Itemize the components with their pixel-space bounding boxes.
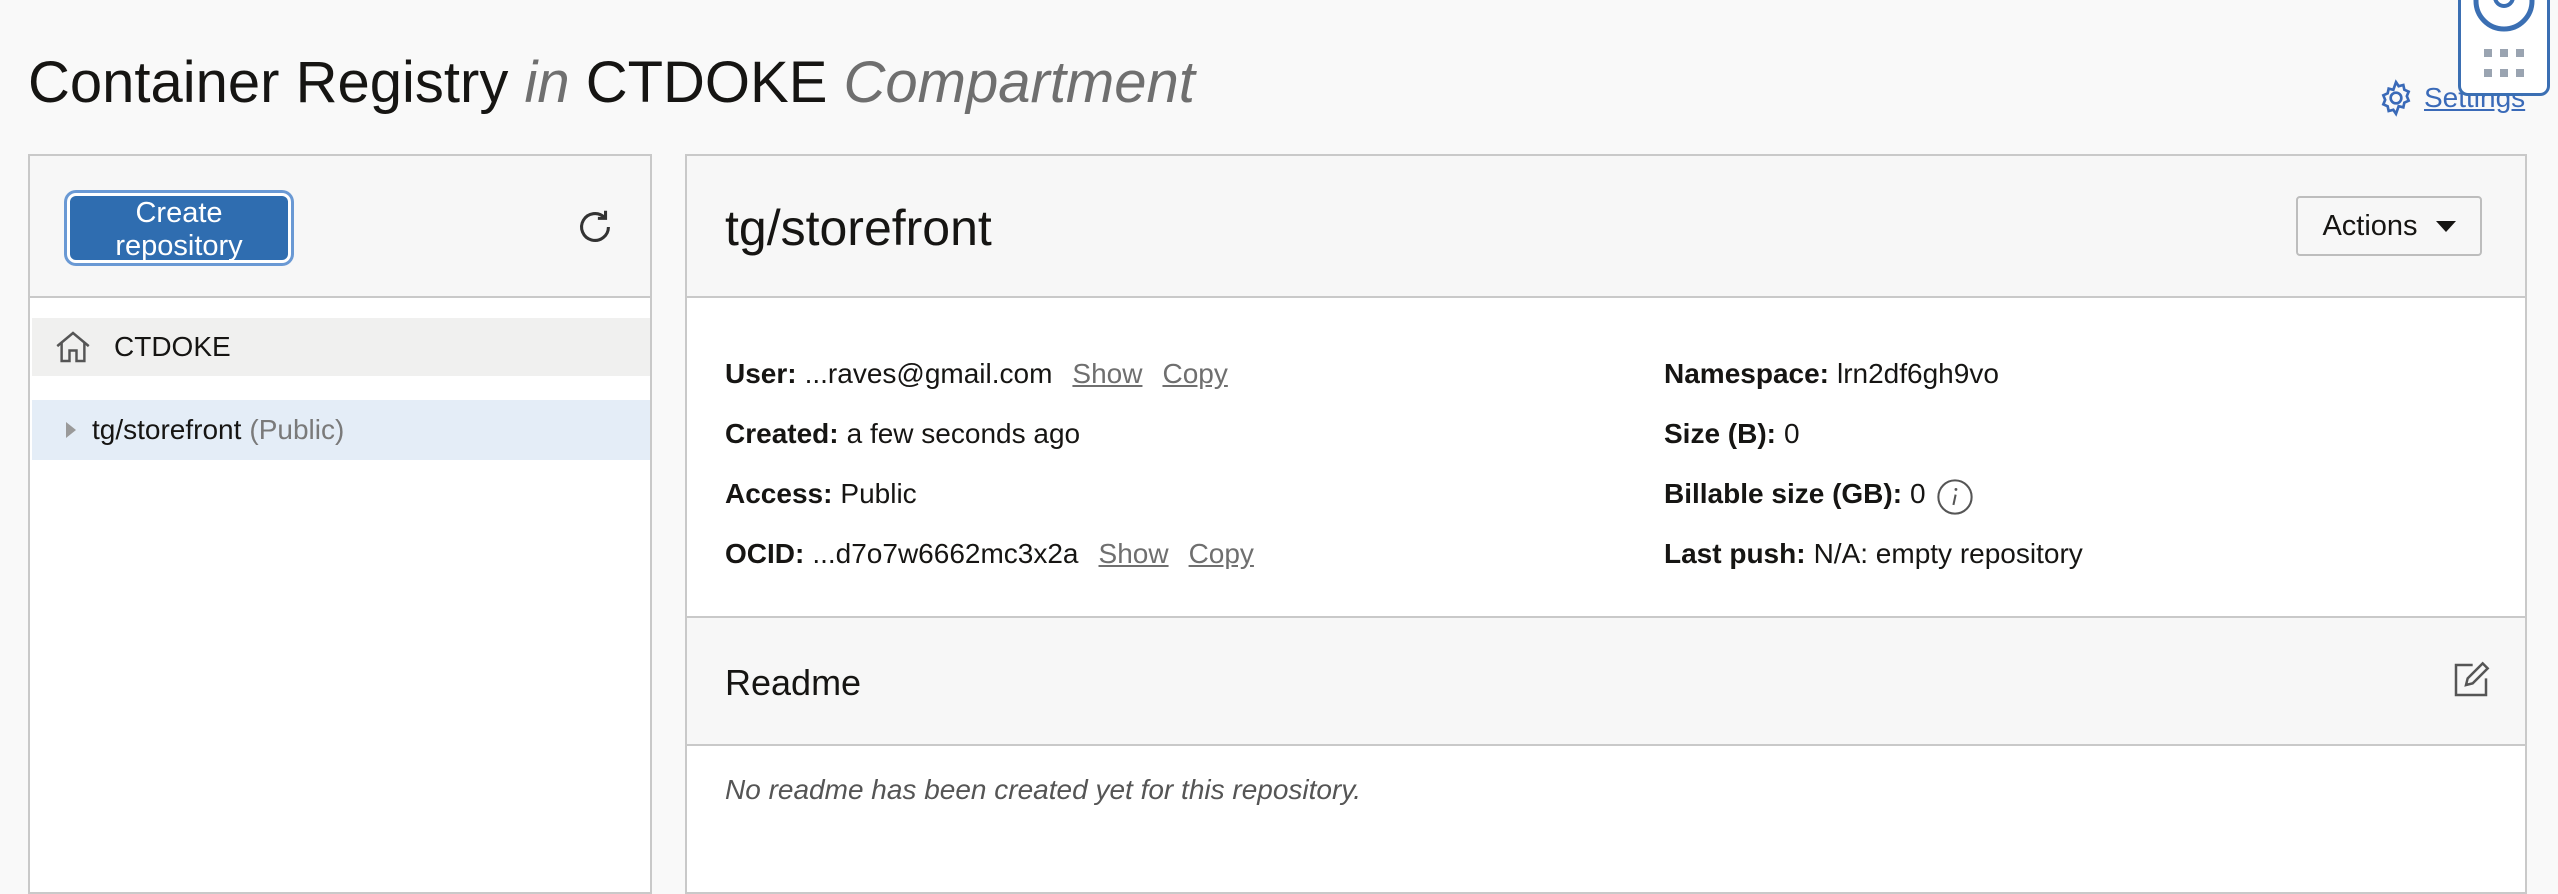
title-in: in (524, 50, 570, 115)
help-widget[interactable] (2458, 0, 2550, 96)
title-compartment: CTDOKE (585, 50, 828, 115)
detail-size: Size (B): 0 (1664, 418, 1800, 450)
refresh-icon[interactable] (572, 204, 618, 250)
detail-value: 0 (1784, 418, 1800, 449)
detail-created: Created: a few seconds ago (725, 418, 1080, 450)
detail-label: User: (725, 358, 797, 389)
detail-value: N/A: empty repository (1813, 538, 2083, 569)
detail-value: a few seconds ago (846, 418, 1081, 449)
detail-ocid: OCID: ...d7o7w6662mc3x2a Show Copy (725, 538, 1254, 570)
compartment-root-label: CTDOKE (114, 331, 231, 362)
expand-caret-icon[interactable] (66, 422, 76, 438)
detail-label: Last push: (1664, 538, 1806, 569)
detail-value: ...d7o7w6662mc3x2a (812, 538, 1079, 569)
readme-body: No readme has been created yet for this … (687, 746, 2525, 886)
info-icon[interactable] (1936, 478, 1974, 516)
user-show-link[interactable]: Show (1072, 358, 1142, 390)
detail-namespace: Namespace: lrn2df6gh9vo (1664, 358, 1999, 390)
detail-billable-size: Billable size (GB): 0 (1664, 478, 1974, 516)
repository-tree-item[interactable]: tg/storefront (Public) (32, 400, 650, 460)
detail-access: Access: Public (725, 478, 917, 510)
actions-label: Actions (2322, 209, 2418, 242)
repository-list-toolbar: Create repository (30, 156, 650, 298)
gear-icon (2381, 79, 2411, 117)
repository-visibility: (Public) (249, 414, 345, 445)
detail-label: Size (B): (1664, 418, 1776, 449)
readme-empty-message: No readme has been created yet for this … (725, 774, 1362, 805)
repository-list-panel: Create repository CTDOKE tg/storefront (… (28, 154, 652, 894)
detail-value: ...raves@gmail.com (804, 358, 1053, 389)
home-icon (56, 331, 90, 363)
detail-user: User: ...raves@gmail.com Show Copy (725, 358, 1228, 390)
detail-label: Namespace: (1664, 358, 1829, 389)
detail-value: lrn2df6gh9vo (1836, 358, 1999, 389)
edit-icon[interactable] (2451, 660, 2491, 700)
detail-value: 0 (1910, 478, 1926, 509)
readme-title: Readme (725, 662, 862, 703)
actions-dropdown[interactable]: Actions (2296, 196, 2482, 256)
detail-label: Billable size (GB): (1664, 478, 1903, 509)
user-copy-link[interactable]: Copy (1162, 358, 1227, 390)
detail-label: Created: (725, 418, 839, 449)
detail-last-push: Last push: N/A: empty repository (1664, 538, 2083, 570)
help-icon (2473, 0, 2535, 32)
title-compartment-suffix: Compartment (843, 50, 1195, 115)
detail-value: Public (840, 478, 917, 509)
repository-name: tg/storefront (92, 414, 242, 445)
compartment-root[interactable]: CTDOKE (32, 318, 650, 376)
page-title: Container Registry in CTDOKE Compartment (28, 48, 1195, 118)
repository-title: tg/storefront (725, 200, 992, 256)
create-repository-button[interactable]: Create repository (70, 196, 288, 262)
repository-header: tg/storefront Actions (687, 156, 2525, 298)
readme-header: Readme (687, 618, 2525, 746)
repository-details: User: ...raves@gmail.com Show Copy Creat… (687, 298, 2525, 618)
detail-label: Access: (725, 478, 833, 509)
caret-down-icon (2435, 220, 2456, 232)
ocid-copy-link[interactable]: Copy (1189, 538, 1254, 570)
detail-label: OCID: (725, 538, 805, 569)
ocid-show-link[interactable]: Show (1099, 538, 1169, 570)
repository-details-panel: tg/storefront Actions User: ...raves@gma… (685, 154, 2527, 894)
title-service: Container Registry (28, 50, 509, 115)
grid-icon (2484, 49, 2524, 77)
